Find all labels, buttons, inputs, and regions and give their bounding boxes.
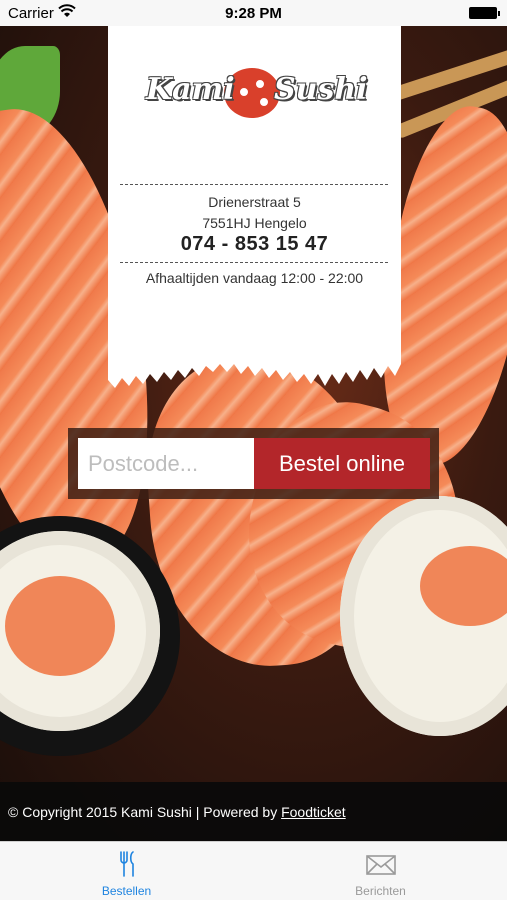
- fork-knife-icon: [119, 851, 134, 877]
- phone-number[interactable]: 074 - 853 15 47: [108, 233, 401, 256]
- copyright-label: © Copyright 2015 Kami Sushi | Powered by: [8, 804, 278, 820]
- status-bar: Carrier 9:28 PM: [0, 0, 507, 26]
- logo-text: Kami: [146, 72, 235, 107]
- address-city: 7551HJ Hengelo: [202, 215, 307, 231]
- pickup-hours: Afhaaltijden vandaag 12:00 - 22:00: [145, 270, 364, 286]
- logo-text: Sushi: [274, 72, 368, 107]
- tab-label: Bestellen: [101, 884, 152, 898]
- tab-bestellen[interactable]: Bestellen: [0, 842, 253, 900]
- address-street: Drienerstraat 5: [208, 194, 301, 210]
- order-online-button[interactable]: Bestel online: [254, 438, 430, 489]
- foodticket-link[interactable]: Foodticket: [281, 804, 346, 820]
- logo-blossom-icon: [254, 78, 266, 90]
- battery-icon: [469, 7, 500, 19]
- copyright-text: © Copyright 2015 Kami Sushi | Powered by…: [8, 804, 346, 820]
- clock: 9:28 PM: [225, 5, 282, 22]
- tab-label: Berichten: [355, 884, 406, 898]
- divider: [120, 262, 388, 263]
- logo-blossom-icon: [238, 86, 250, 98]
- kami-sushi-logo: Kami Sushi: [146, 64, 368, 122]
- tab-berichten[interactable]: Berichten: [254, 842, 507, 900]
- postcode-input[interactable]: [78, 438, 254, 489]
- tab-bar: Bestellen Berichten: [0, 841, 507, 900]
- receipt-torn-edge: [108, 362, 401, 388]
- logo-blossom-icon: [258, 96, 270, 108]
- divider: [120, 184, 388, 185]
- envelope-icon: [365, 855, 396, 875]
